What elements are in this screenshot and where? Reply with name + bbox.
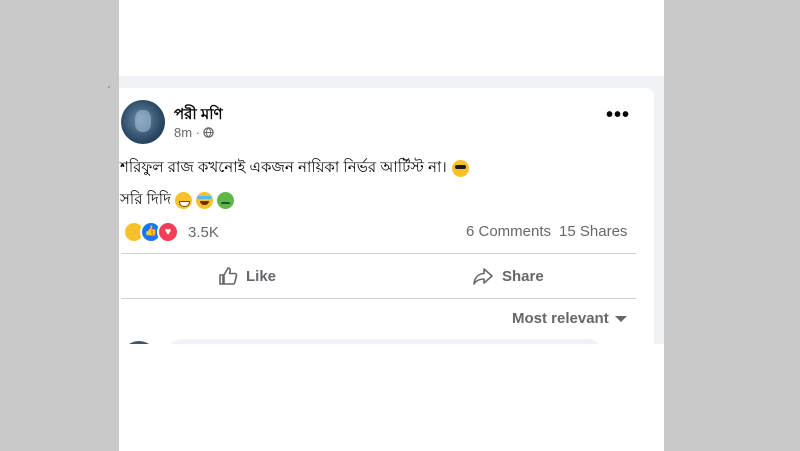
author-avatar[interactable] <box>121 100 165 144</box>
comment-bubble <box>165 339 605 344</box>
more-icon[interactable]: ••• <box>606 105 630 125</box>
post-stats: 6 Comments 15 Shares <box>466 223 627 240</box>
post-text-2: সরি দিদি <box>120 191 171 208</box>
reaction-summary[interactable]: 👍 ♥ 3.5K <box>123 221 219 243</box>
laughing-emoji-icon <box>195 192 213 209</box>
like-button[interactable]: Like <box>218 266 276 286</box>
frog-emoji-icon <box>216 192 234 209</box>
post-meta: 8m · <box>174 125 214 140</box>
globe-icon <box>203 127 214 138</box>
grinning-emoji-icon <box>174 192 192 209</box>
divider <box>121 298 636 299</box>
post-card: পরী মণি 8m · ••• শরিফুল রাজ কখনোই একজন ন… <box>119 88 654 344</box>
caret-down-icon <box>614 315 627 322</box>
love-reaction-icon: ♥ <box>157 221 179 243</box>
sort-label: Most relevant <box>512 310 609 327</box>
divider <box>121 253 636 254</box>
share-button[interactable]: Share <box>472 266 544 286</box>
commenter-avatar[interactable] <box>121 341 157 344</box>
comment-sort-dropdown[interactable]: Most relevant <box>512 310 627 327</box>
post-time[interactable]: 8m · <box>174 125 200 140</box>
comments-count[interactable]: 6 Comments <box>466 223 551 240</box>
post-text: শরিফুল রাজ কখনোই একজন নায়িকা নির্ভর আর্… <box>120 159 447 176</box>
thumbs-up-icon <box>219 267 238 285</box>
shares-count[interactable]: 15 Shares <box>559 223 627 240</box>
share-label: Share <box>502 267 544 285</box>
reaction-count[interactable]: 3.5K <box>188 224 219 241</box>
sunglasses-emoji-icon <box>451 160 469 177</box>
share-arrow-icon <box>473 268 493 285</box>
stray-mark <box>108 86 110 88</box>
post-text-line-1: শরিফুল রাজ কখনোই একজন নায়িকা নির্ভর আর্… <box>120 156 469 181</box>
like-label: Like <box>246 267 277 285</box>
post-text-line-2: সরি দিদি <box>120 188 234 213</box>
